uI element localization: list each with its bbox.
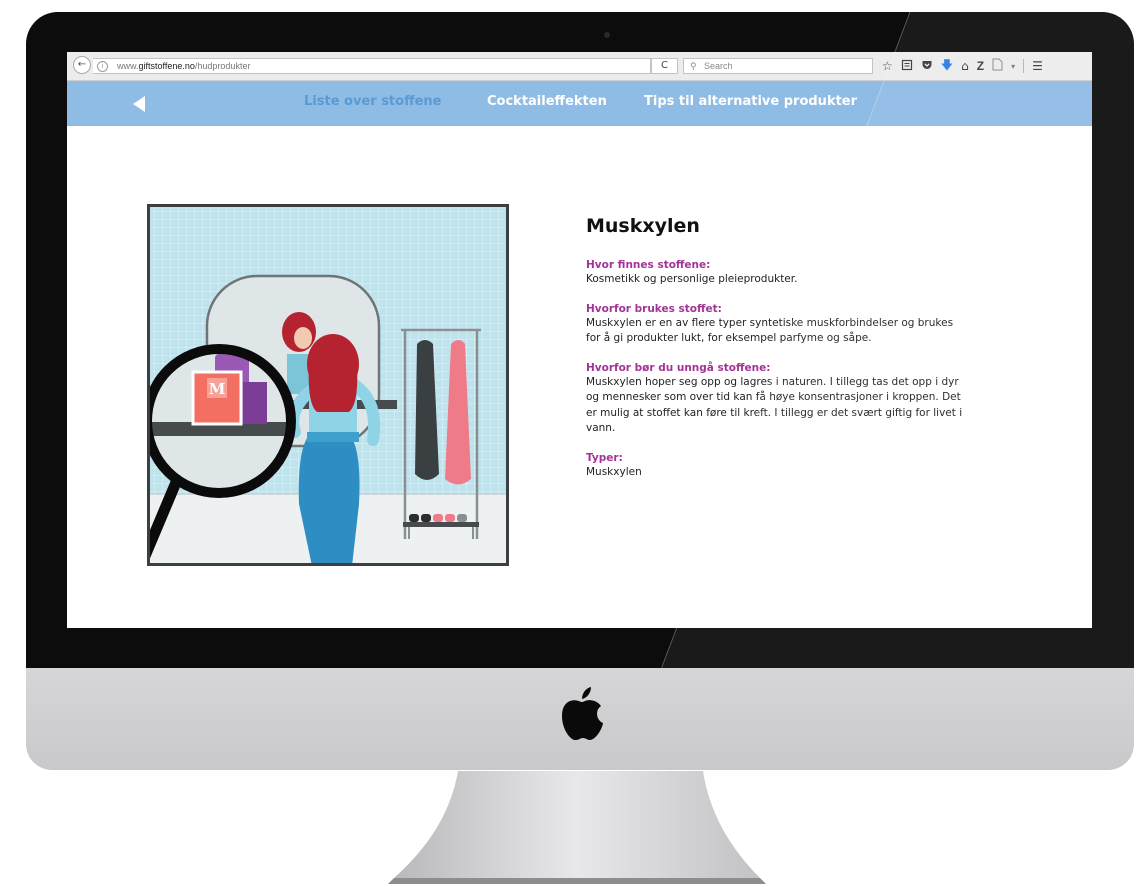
toolbar-separator: [1023, 59, 1025, 73]
bookmark-star-icon[interactable]: ☆: [882, 59, 893, 73]
chevron-down-icon[interactable]: ▾: [1011, 62, 1015, 71]
back-arrow-icon[interactable]: [133, 96, 145, 112]
home-icon[interactable]: ⌂: [961, 59, 969, 73]
article-title: Muskxylen: [586, 215, 700, 237]
section-text-why-used: Muskxylen er en av flere typer syntetisk…: [586, 316, 954, 345]
section-heading-types: Typer:: [586, 451, 623, 464]
search-input[interactable]: ⚲ Search: [683, 58, 873, 74]
url-text: www.giftstoffene.no/hudprodukter: [117, 59, 250, 73]
section-heading-why-avoid: Hvorfor bør du unngå stoffene:: [586, 361, 771, 374]
site-nav: Liste over stoffene Cocktaileffekten Tip…: [67, 81, 1092, 126]
nav-link-liste-over-stoffene[interactable]: Liste over stoffene: [304, 94, 442, 109]
browser-toolbar: ← i www.giftstoffene.no/hudprodukter C ⚲…: [67, 52, 1092, 81]
nav-link-tips-alternative-produkter[interactable]: Tips til alternative produkter: [644, 94, 857, 109]
screen: ← i www.giftstoffene.no/hudprodukter C ⚲…: [67, 52, 1092, 628]
nav-link-cocktaileffekten[interactable]: Cocktaileffekten: [487, 94, 607, 109]
reload-icon[interactable]: C: [651, 58, 678, 74]
url-domain: giftstoffene.no: [138, 61, 195, 71]
page-icon[interactable]: [992, 58, 1003, 74]
browser-back-icon[interactable]: ←: [73, 56, 91, 74]
pocket-icon[interactable]: [921, 59, 933, 74]
section-text-why-avoid: Muskxylen hoper seg opp og lagres i natu…: [586, 375, 963, 435]
section-heading-where: Hvor finnes stoffene:: [586, 259, 711, 271]
section-heading-why-used: Hvorfor brukes stoffet:: [586, 302, 722, 315]
product-label: M: [209, 380, 226, 398]
woman-legs: [298, 432, 360, 566]
article: Muskxylen Hvor finnes stoffene: Kosmetik…: [586, 213, 966, 494]
camera: [604, 32, 610, 38]
download-icon[interactable]: 🡇: [941, 56, 953, 77]
search-placeholder: Search: [704, 61, 733, 71]
apple-logo-icon: [562, 687, 603, 741]
search-icon: ⚲: [690, 61, 697, 71]
menu-icon[interactable]: ☰: [1032, 59, 1043, 73]
toolbar-icons: ☆ 🡇 ⌂ Z ▾ ☰: [882, 57, 1043, 75]
bathroom-illustration: M: [147, 204, 509, 566]
url-path: /hudprodukter: [194, 61, 251, 71]
zotero-icon[interactable]: Z: [977, 59, 984, 73]
info-icon[interactable]: i: [97, 61, 108, 72]
section-text-types: Muskxylen: [586, 465, 642, 478]
section-text-where: Kosmetikk og personlige pleieprodukter.: [586, 273, 798, 285]
reading-list-icon[interactable]: [901, 59, 913, 74]
url-prefix: www.: [117, 61, 139, 71]
url-bar[interactable]: i www.giftstoffene.no/hudprodukter: [93, 58, 651, 74]
